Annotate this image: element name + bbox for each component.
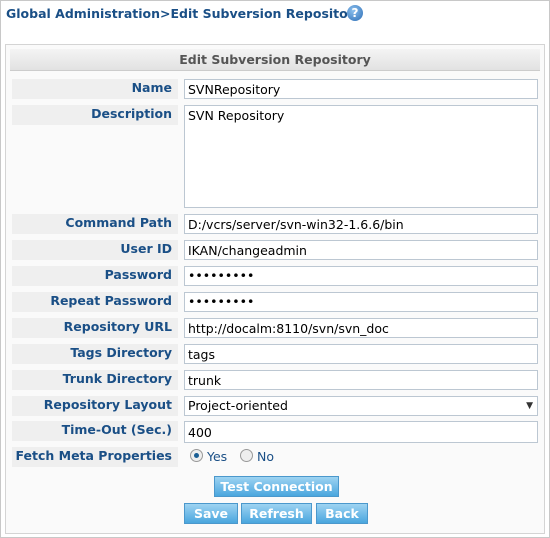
- trunk-directory-label: Trunk Directory: [12, 370, 178, 390]
- repeat-password-label: Repeat Password: [12, 292, 178, 312]
- refresh-button[interactable]: Refresh: [241, 503, 312, 524]
- panel-title: Edit Subversion Repository: [10, 49, 540, 71]
- tags-directory-label: Tags Directory: [12, 344, 178, 364]
- tags-directory-input[interactable]: [184, 344, 538, 364]
- radio-yes[interactable]: Yes: [190, 449, 227, 464]
- repository-url-label: Repository URL: [12, 318, 178, 338]
- description-label: Description: [12, 105, 178, 125]
- save-button[interactable]: Save: [184, 503, 238, 524]
- timeout-input[interactable]: [184, 421, 538, 443]
- description-textarea[interactable]: SVN Repository: [184, 105, 538, 208]
- breadcrumb: Global Administration>Edit Subversion Re…: [6, 6, 363, 21]
- test-connection-button[interactable]: Test Connection: [214, 476, 339, 497]
- user-id-label: User ID: [12, 240, 178, 260]
- repository-url-input[interactable]: [184, 318, 538, 338]
- command-path-input[interactable]: [184, 214, 538, 234]
- name-label: Name: [12, 79, 178, 99]
- repeat-password-input[interactable]: •••••••••: [184, 292, 538, 312]
- repository-layout-select[interactable]: Project-oriented: [184, 396, 538, 416]
- radio-checked-icon: [190, 449, 203, 462]
- repository-layout-value: Project-oriented: [188, 398, 288, 413]
- radio-no[interactable]: No: [240, 449, 274, 464]
- timeout-label: Time-Out (Sec.): [12, 421, 178, 441]
- radio-no-label: No: [257, 449, 274, 464]
- repository-layout-label: Repository Layout: [12, 396, 178, 416]
- trunk-directory-input[interactable]: [184, 370, 538, 390]
- radio-unchecked-icon: [240, 449, 253, 462]
- edit-form-panel: Edit Subversion Repository Name Descript…: [5, 44, 545, 534]
- help-icon[interactable]: ?: [347, 5, 363, 21]
- radio-yes-label: Yes: [207, 449, 228, 464]
- name-input[interactable]: [184, 79, 538, 99]
- fetch-meta-label: Fetch Meta Properties: [12, 447, 178, 467]
- command-path-label: Command Path: [12, 214, 178, 234]
- back-button[interactable]: Back: [316, 503, 368, 524]
- password-label: Password: [12, 266, 178, 286]
- password-input[interactable]: •••••••••: [184, 266, 538, 286]
- user-id-input[interactable]: [184, 240, 538, 260]
